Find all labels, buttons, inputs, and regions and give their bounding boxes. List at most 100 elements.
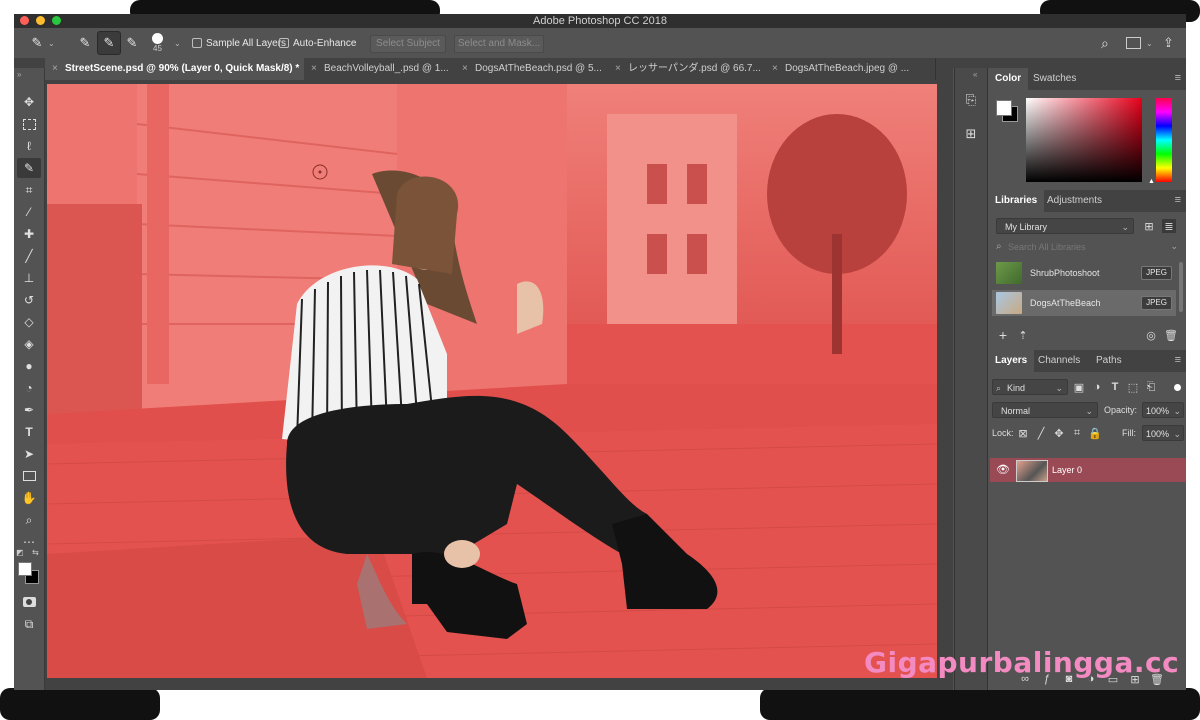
tool-preset-picker[interactable]: ✎ ⌄ — [26, 28, 55, 58]
add-to-selection-brush-button[interactable]: ✎ — [97, 31, 121, 55]
collapse-panels-icon[interactable]: « — [973, 70, 977, 79]
quick-mask-mode-icon[interactable] — [17, 592, 41, 612]
move-tool-icon[interactable]: ✥ — [17, 92, 41, 112]
upload-icon[interactable]: ⇡ — [1016, 328, 1030, 342]
panel-menu-icon[interactable]: ≡ — [1175, 354, 1181, 366]
tab-color[interactable]: Color — [988, 68, 1029, 90]
lock-transparent-icon[interactable]: ⊠ — [1016, 426, 1030, 440]
screen-mode-icon[interactable]: ⧉ — [17, 614, 41, 634]
filter-shape-icon[interactable]: ⬚ — [1126, 380, 1140, 394]
tab-streetscene[interactable]: × StreetScene.psd @ 90% (Layer 0, Quick M… — [45, 58, 324, 80]
workspace-icon[interactable] — [1126, 37, 1141, 49]
clone-stamp-tool-icon[interactable]: ⊥ — [17, 268, 41, 288]
tab-adjustments[interactable]: Adjustments — [1040, 190, 1109, 212]
collapse-toolbar-icon[interactable]: » — [17, 70, 21, 79]
properties-panel-icon[interactable]: ⊞ — [961, 124, 981, 144]
blur-tool-icon[interactable]: ● — [17, 356, 41, 376]
hand-tool-icon[interactable]: ✋ — [17, 488, 41, 508]
library-search[interactable]: ⌕ Search All Libraries ⌄ — [994, 240, 1180, 256]
subtract-from-selection-brush-button[interactable]: ✎ — [121, 32, 143, 54]
library-search-input[interactable]: Search All Libraries — [1008, 242, 1086, 252]
swap-colors-icon[interactable]: ⇆ — [32, 548, 39, 557]
new-selection-brush-button[interactable]: ✎ — [74, 32, 96, 54]
rectangle-tool-icon[interactable] — [17, 466, 41, 486]
tab-libraries[interactable]: Libraries — [988, 190, 1045, 212]
brush-tool-icon[interactable]: ╱ — [17, 246, 41, 266]
tab-lesser-panda[interactable]: × レッサーパンダ.psd @ 66.7... — [608, 58, 785, 80]
filter-toggle-icon[interactable] — [1174, 384, 1181, 391]
foreground-color-swatch[interactable] — [18, 562, 32, 576]
library-item[interactable]: DogsAtTheBeach JPEG — [992, 290, 1176, 316]
default-colors-icon[interactable]: ◩ — [16, 548, 24, 557]
document-tabs: × StreetScene.psd @ 90% (Layer 0, Quick M… — [45, 58, 953, 80]
panel-menu-icon[interactable]: ≡ — [1175, 72, 1181, 84]
close-tab-icon[interactable]: × — [311, 58, 317, 80]
share-icon[interactable]: ⇪ — [1163, 35, 1174, 51]
zoom-tool-icon[interactable]: ⌕ — [17, 510, 41, 530]
file-type-badge: JPEG — [1141, 266, 1172, 280]
close-tab-icon[interactable]: × — [462, 58, 468, 80]
history-brush-tool-icon[interactable]: ↺ — [17, 290, 41, 310]
add-icon[interactable]: + — [996, 327, 1010, 343]
select-subject-button[interactable]: Select Subject — [370, 35, 446, 53]
layer-filter-select[interactable]: ⌕ Kind ⌄ — [992, 379, 1068, 395]
dodge-tool-icon[interactable]: ◔ — [17, 378, 41, 398]
tab-dogsatthebeach-psd[interactable]: × DogsAtTheBeach.psd @ 5... — [455, 58, 628, 80]
dogs-thumbnail — [996, 292, 1022, 314]
select-and-mask-button[interactable]: Select and Mask... — [454, 35, 544, 53]
document-canvas[interactable] — [47, 84, 937, 678]
history-panel-icon[interactable]: ⎘ — [961, 90, 981, 110]
type-tool-icon[interactable]: T — [17, 422, 41, 442]
search-icon[interactable]: ⌕ — [1101, 35, 1109, 52]
sample-all-layers-checkbox[interactable]: Sample All Layers — [192, 28, 286, 58]
crop-tool-icon[interactable]: ⌗ — [17, 180, 41, 200]
auto-enhance-checkbox[interactable]: Auto-Enhance — [279, 28, 356, 58]
trash-icon[interactable]: 🗑 — [1164, 328, 1178, 342]
tab-paths[interactable]: Paths — [1089, 350, 1129, 372]
close-tab-icon[interactable]: × — [52, 58, 58, 80]
hue-slider[interactable] — [1156, 98, 1172, 182]
tab-channels[interactable]: Channels — [1031, 350, 1087, 372]
healing-brush-tool-icon[interactable]: ✚ — [17, 224, 41, 244]
filter-smart-object-icon[interactable]: ⎗ — [1144, 380, 1158, 394]
lock-all-icon[interactable]: 🔒 — [1088, 426, 1102, 440]
library-scrollbar[interactable] — [1179, 262, 1183, 312]
tab-layers[interactable]: Layers — [988, 350, 1035, 372]
lasso-tool-icon[interactable]: ℓ — [17, 136, 41, 156]
marquee-tool-icon[interactable] — [17, 114, 41, 134]
layer-row[interactable]: 👁 Layer 0 — [990, 458, 1186, 482]
opacity-field[interactable]: 100% ⌄ — [1142, 402, 1184, 418]
close-tab-icon[interactable]: × — [772, 58, 778, 80]
fill-field[interactable]: 100% ⌄ — [1142, 425, 1184, 441]
filter-pixel-icon[interactable]: ▣ — [1072, 380, 1086, 394]
color-field[interactable] — [1026, 98, 1142, 182]
brush-size-picker[interactable]: 45 — [152, 28, 163, 58]
chevron-down-icon: ⌄ — [48, 38, 55, 48]
tab-swatches[interactable]: Swatches — [1026, 68, 1083, 90]
grid-view-icon[interactable]: ⊞ — [1142, 219, 1156, 233]
pen-tool-icon[interactable]: ✒ — [17, 400, 41, 420]
visibility-eye-icon[interactable]: 👁 — [996, 463, 1010, 476]
tab-beachvolleyball[interactable]: × BeachVolleyball_.psd @ 1... — [304, 58, 475, 80]
eyedropper-tool-icon[interactable]: ⁄ — [17, 202, 41, 222]
decor-bottom-right — [760, 688, 1200, 720]
path-selection-tool-icon[interactable]: ➤ — [17, 444, 41, 464]
paint-bucket-tool-icon[interactable]: ◈ — [17, 334, 41, 354]
checkbox-icon — [279, 38, 289, 48]
close-tab-icon[interactable]: × — [615, 58, 621, 80]
panel-menu-icon[interactable]: ≡ — [1175, 194, 1181, 206]
filter-adjustment-icon[interactable]: ◑ — [1090, 380, 1104, 394]
creative-cloud-icon[interactable]: ◎ — [1144, 328, 1158, 342]
library-select[interactable]: My Library ⌄ — [996, 218, 1134, 234]
filter-type-icon[interactable]: T — [1108, 380, 1122, 394]
library-item[interactable]: ShrubPhotoshoot JPEG — [992, 260, 1176, 286]
tab-dogsatthebeach-jpeg[interactable]: × DogsAtTheBeach.jpeg @ ... — [765, 58, 936, 80]
list-view-icon[interactable]: ≣ — [1162, 219, 1176, 233]
lock-image-icon[interactable]: ╱ — [1034, 426, 1048, 440]
quick-selection-tool-icon[interactable]: ✎ — [17, 158, 41, 178]
lock-artboard-icon[interactable]: ⌗ — [1070, 426, 1084, 440]
foreground-color-swatch[interactable] — [996, 100, 1012, 116]
blend-mode-select[interactable]: Normal ⌄ — [992, 402, 1098, 418]
eraser-tool-icon[interactable]: ◇ — [17, 312, 41, 332]
lock-position-icon[interactable]: ✥ — [1052, 426, 1066, 440]
